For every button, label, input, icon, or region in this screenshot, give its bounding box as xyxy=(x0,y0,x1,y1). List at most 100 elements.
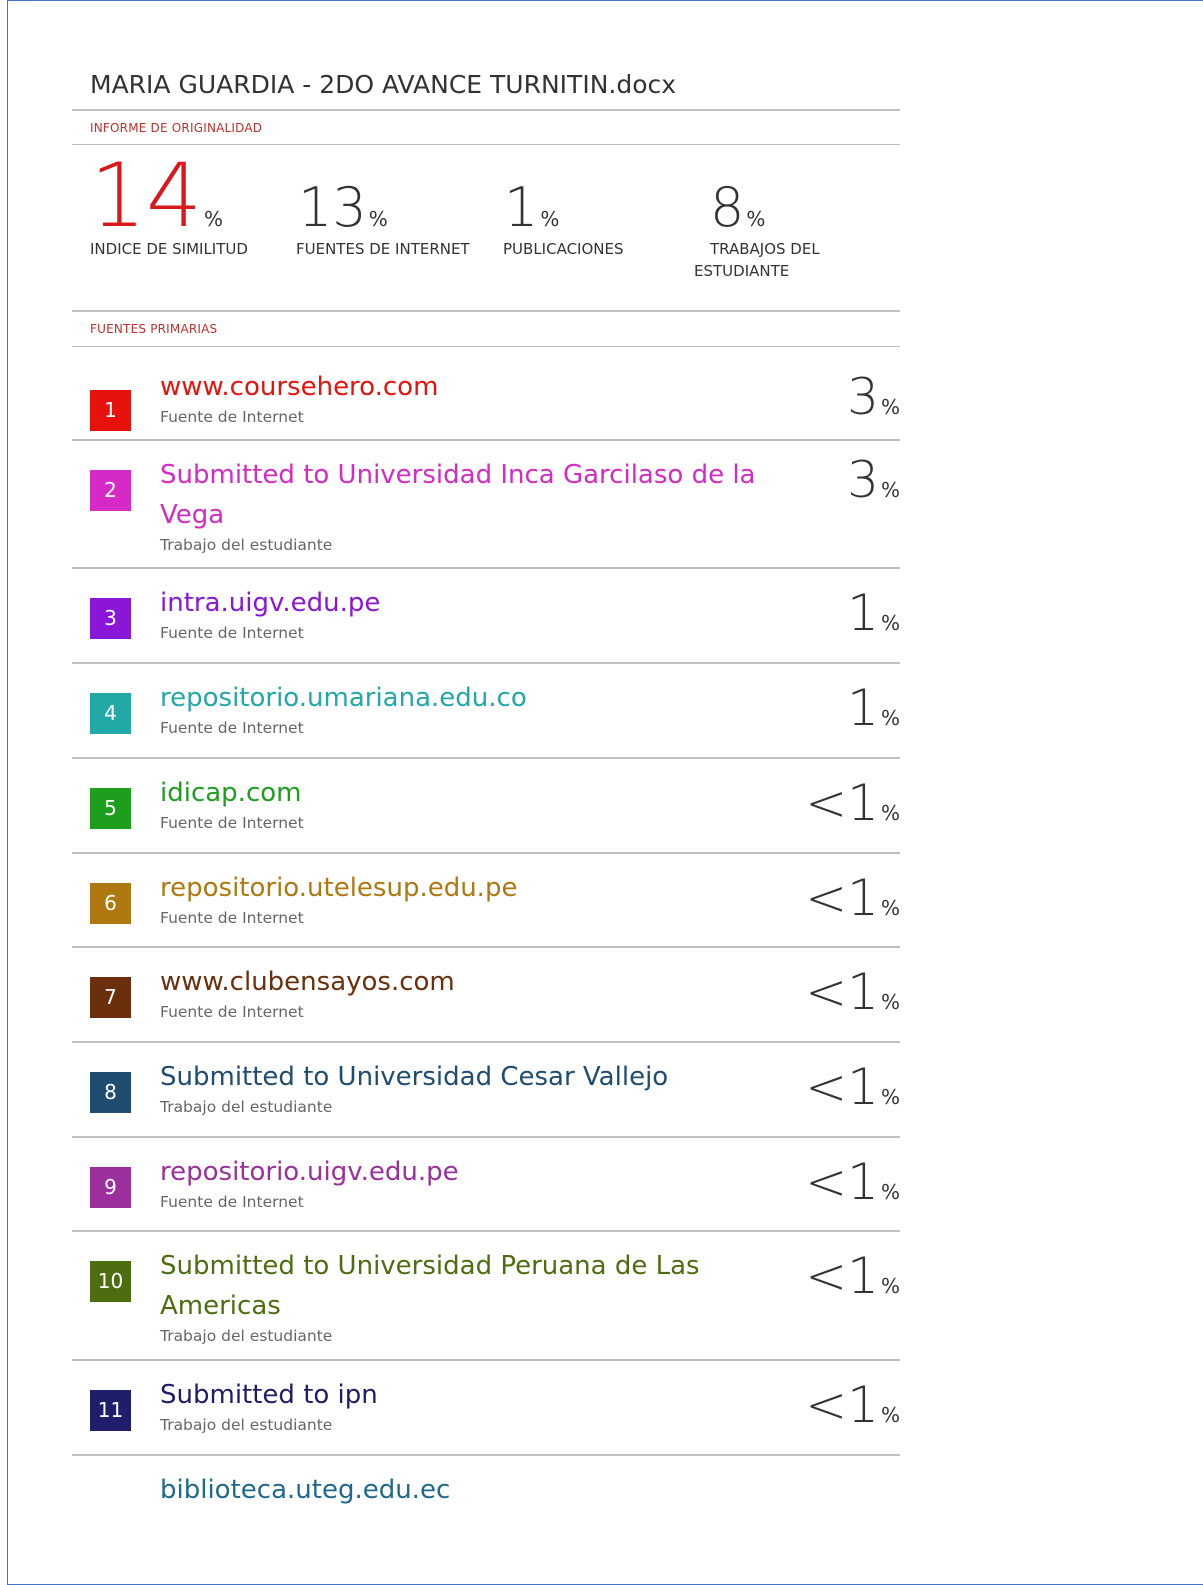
student-papers-value: 8 xyxy=(710,176,745,239)
source-percent-prefix: < xyxy=(805,869,848,927)
source-percent: <1% xyxy=(805,1380,900,1430)
source-rank-badge: 5 xyxy=(90,788,131,829)
source-percent-value: 1 xyxy=(847,1247,879,1305)
source-name[interactable]: intra.uigv.edu.pe xyxy=(160,583,380,623)
source-rank-badge: 1 xyxy=(90,390,131,431)
source-name-line1[interactable]: Submitted to Universidad Inca Garcilaso … xyxy=(160,455,756,495)
source-row[interactable]: 11 Submitted to ipn Trabajo del estudiante… xyxy=(72,1360,900,1456)
source-type: Trabajo del estudiante xyxy=(160,1416,333,1434)
source-type: Fuente de Internet xyxy=(160,1003,304,1021)
source-percent-unit: % xyxy=(880,896,900,920)
source-rank-badge: 9 xyxy=(90,1167,131,1208)
source-percent-unit: % xyxy=(880,611,900,635)
source-percent: <1% xyxy=(805,873,900,923)
student-papers-label-line1: TRABAJOS DEL xyxy=(710,240,820,258)
source-row[interactable]: 2 Submitted to Universidad Inca Garcilaso… xyxy=(72,440,900,569)
source-percent-unit: % xyxy=(880,478,900,502)
source-type: Fuente de Internet xyxy=(160,408,304,426)
source-name[interactable]: Submitted to ipn xyxy=(160,1375,378,1415)
source-percent-prefix: < xyxy=(805,1153,848,1211)
source-name-line2[interactable]: Americas xyxy=(160,1286,281,1326)
source-percent-unit: % xyxy=(880,1180,900,1204)
student-papers-unit: % xyxy=(746,207,766,231)
source-type: Fuente de Internet xyxy=(160,719,304,737)
source-type: Trabajo del estudiante xyxy=(160,536,333,554)
source-percent-value: 1 xyxy=(847,679,879,737)
publications-stat: 1% PUBLICACIONES xyxy=(503,176,624,259)
source-name[interactable]: repositorio.uigv.edu.pe xyxy=(160,1152,459,1192)
source-percent: <1% xyxy=(805,967,900,1017)
source-rank-badge: 3 xyxy=(90,598,131,639)
source-name-partial[interactable]: biblioteca.uteg.edu.ec xyxy=(160,1470,450,1510)
similarity-unit: % xyxy=(203,207,223,231)
source-row[interactable]: 8 Submitted to Universidad Cesar Vallejo T… xyxy=(72,1042,900,1138)
source-percent: <1% xyxy=(805,1062,900,1112)
source-percent: <1% xyxy=(805,1251,900,1301)
source-row[interactable]: 4 repositorio.umariana.edu.co Fuente de In… xyxy=(72,663,900,759)
source-rank-badge: 4 xyxy=(90,693,131,734)
student-papers-label-line2: ESTUDIANTE xyxy=(694,262,790,280)
source-percent-value: 3 xyxy=(847,451,879,509)
source-percent: 1% xyxy=(847,683,900,733)
summary-divider xyxy=(72,310,900,312)
publications-value: 1 xyxy=(504,176,539,239)
source-percent-unit: % xyxy=(880,395,900,419)
source-rank-badge: 10 xyxy=(90,1261,131,1302)
source-rank-badge: 6 xyxy=(90,883,131,924)
source-percent-value: 3 xyxy=(847,368,879,426)
internet-sources-value: 13 xyxy=(298,176,367,239)
internet-sources-unit: % xyxy=(368,207,388,231)
internet-sources-label: FUENTES DE INTERNET xyxy=(296,240,470,258)
source-name[interactable]: www.clubensayos.com xyxy=(160,962,455,1002)
source-rank-badge: 7 xyxy=(90,977,131,1018)
source-percent-prefix: < xyxy=(805,963,848,1021)
source-row[interactable]: 7 www.clubensayos.com Fuente de Internet <1… xyxy=(72,947,900,1043)
source-type: Fuente de Internet xyxy=(160,624,304,642)
source-name[interactable]: www.coursehero.com xyxy=(160,367,438,407)
source-rank-badge: 11 xyxy=(90,1390,131,1431)
source-name[interactable]: Submitted to Universidad Cesar Vallejo xyxy=(160,1057,668,1097)
source-percent-value: 1 xyxy=(847,774,879,832)
source-row[interactable]: 1 www.coursehero.com Fuente de Internet 3% xyxy=(72,347,900,441)
row-divider xyxy=(72,1454,900,1456)
source-name[interactable]: idicap.com xyxy=(160,773,301,813)
source-row[interactable]: 3 intra.uigv.edu.pe Fuente de Internet 1% xyxy=(72,568,900,664)
title-divider xyxy=(72,109,900,111)
source-percent-prefix: < xyxy=(805,1058,848,1116)
source-name-line1[interactable]: Submitted to Universidad Peruana de Las xyxy=(160,1246,700,1286)
source-percent: <1% xyxy=(805,1157,900,1207)
source-row[interactable]: 5 idicap.com Fuente de Internet <1% xyxy=(72,758,900,854)
source-type: Fuente de Internet xyxy=(160,1193,304,1211)
similarity-index: 14% INDICE DE SIMILITUD xyxy=(90,152,248,259)
source-percent-value: 1 xyxy=(847,869,879,927)
source-percent-value: 1 xyxy=(847,963,879,1021)
publications-unit: % xyxy=(540,207,560,231)
source-name[interactable]: repositorio.utelesup.edu.pe xyxy=(160,868,517,908)
internet-sources-stat: 13% FUENTES DE INTERNET xyxy=(296,176,470,259)
source-percent: <1% xyxy=(805,778,900,828)
source-row[interactable]: 9 repositorio.uigv.edu.pe Fuente de Intern… xyxy=(72,1137,900,1232)
source-percent-value: 1 xyxy=(847,1376,879,1434)
source-type: Trabajo del estudiante xyxy=(160,1327,333,1345)
source-type: Fuente de Internet xyxy=(160,909,304,927)
source-percent-prefix: < xyxy=(805,1247,848,1305)
source-percent-unit: % xyxy=(880,1085,900,1109)
source-percent-value: 1 xyxy=(847,584,879,642)
source-rank-badge: 2 xyxy=(90,470,131,511)
publications-label: PUBLICACIONES xyxy=(503,240,624,258)
source-row[interactable]: 10 Submitted to Universidad Peruana de La… xyxy=(72,1231,900,1361)
source-percent-unit: % xyxy=(880,1403,900,1427)
source-name[interactable]: repositorio.umariana.edu.co xyxy=(160,678,527,718)
source-percent-unit: % xyxy=(880,706,900,730)
source-percent-prefix: < xyxy=(805,1376,848,1434)
source-percent-unit: % xyxy=(880,1274,900,1298)
source-type: Trabajo del estudiante xyxy=(160,1098,333,1116)
source-row[interactable]: 6 repositorio.utelesup.edu.pe Fuente de In… xyxy=(72,853,900,948)
document-title: MARIA GUARDIA - 2DO AVANCE TURNITIN.docx xyxy=(90,70,677,99)
similarity-value: 14 xyxy=(90,144,202,247)
source-percent: 3% xyxy=(847,372,900,422)
source-name-line2[interactable]: Vega xyxy=(160,495,224,535)
source-rank-badge: 8 xyxy=(90,1072,131,1113)
source-percent-unit: % xyxy=(880,990,900,1014)
source-percent: 1% xyxy=(847,588,900,638)
